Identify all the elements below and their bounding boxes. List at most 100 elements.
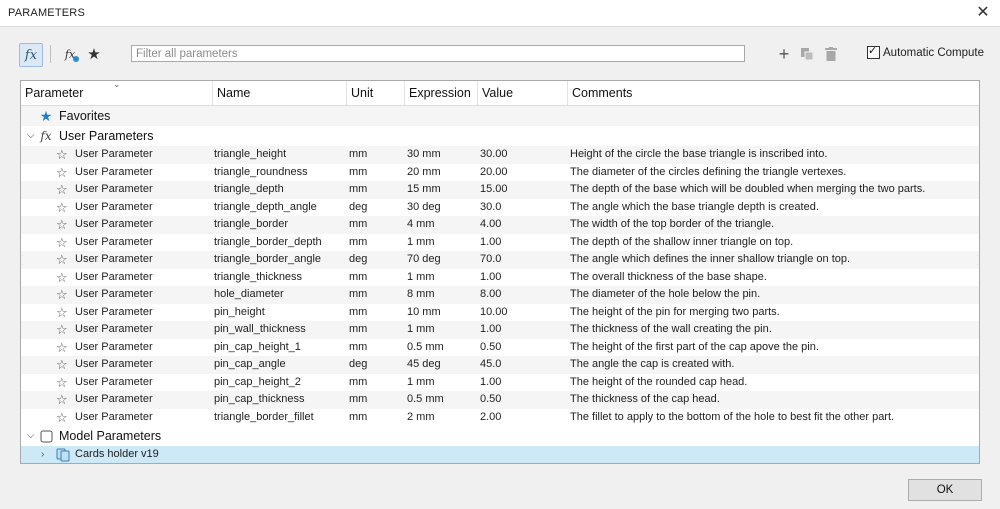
cell-name[interactable]: pin_height: [214, 304, 265, 321]
favorite-star-icon[interactable]: ☆: [56, 269, 68, 286]
cell-expr[interactable]: 30 mm: [407, 146, 441, 163]
cell-expr[interactable]: 20 mm: [407, 164, 441, 181]
cell-name[interactable]: triangle_depth_angle: [214, 199, 317, 216]
favorite-star-icon[interactable]: ☆: [56, 234, 68, 251]
favorites-filter-button[interactable]: ★: [84, 43, 104, 65]
cell-name[interactable]: triangle_border_angle: [214, 251, 321, 268]
cell-expr[interactable]: 1 mm: [407, 234, 435, 251]
cell-name[interactable]: pin_cap_angle: [214, 356, 286, 373]
group-user-parameters[interactable]: ⌵ fx User Parameters: [21, 126, 979, 146]
cell-comment[interactable]: The height of the first part of the cap …: [570, 339, 819, 356]
table-row[interactable]: ☆ User Parameter pin_wall_thickness mm 1 mm 1…: [21, 321, 979, 339]
cell-comment[interactable]: The depth of the base which will be doub…: [570, 181, 925, 198]
cell-name[interactable]: hole_diameter: [214, 286, 284, 303]
column-header-expression[interactable]: Expression: [405, 81, 478, 105]
favorite-star-icon[interactable]: ☆: [56, 409, 68, 426]
cell-name[interactable]: triangle_thickness: [214, 269, 302, 286]
ok-button[interactable]: OK: [908, 479, 982, 501]
column-header-unit[interactable]: Unit: [347, 81, 405, 105]
cell-comment[interactable]: The height of the pin for merging two pa…: [570, 304, 780, 321]
favorite-star-icon[interactable]: ☆: [56, 391, 68, 408]
favorite-star-icon[interactable]: ☆: [56, 146, 68, 163]
column-header-comments[interactable]: Comments: [568, 81, 979, 105]
table-row[interactable]: ☆ User Parameter triangle_border mm 4 mm 4.00…: [21, 216, 979, 234]
cell-comment[interactable]: The diameter of the hole below the pin.: [570, 286, 760, 303]
table-row[interactable]: ☆ User Parameter triangle_border_depth mm 1 …: [21, 233, 979, 251]
cell-name[interactable]: triangle_border: [214, 216, 288, 233]
cell-expr[interactable]: 10 mm: [407, 304, 441, 321]
table-row[interactable]: ☆ User Parameter pin_cap_thickness mm 0.5 mm…: [21, 391, 979, 409]
filter-parameters-input[interactable]: [131, 45, 745, 62]
favorite-star-icon[interactable]: ☆: [56, 199, 68, 216]
table-row[interactable]: ☆ User Parameter triangle_roundness mm 20 mm…: [21, 163, 979, 181]
favorite-star-icon[interactable]: ☆: [56, 216, 68, 233]
close-icon[interactable]: ✕: [966, 0, 1000, 26]
cell-expr[interactable]: 8 mm: [407, 286, 435, 303]
cell-expr[interactable]: 0.5 mm: [407, 339, 444, 356]
chevron-right-icon[interactable]: ›: [41, 446, 44, 463]
cell-comment[interactable]: The width of the top border of the trian…: [570, 216, 774, 233]
all-parameters-fx-button[interactable]: fx: [19, 43, 43, 67]
cell-comment[interactable]: The angle which defines the inner shallo…: [570, 251, 850, 268]
favorite-star-icon[interactable]: ☆: [56, 339, 68, 356]
cell-comment[interactable]: The thickness of the wall creating the p…: [570, 321, 772, 338]
model-item-row[interactable]: › Cards holder v19: [21, 446, 979, 463]
cell-expr[interactable]: 2 mm: [407, 409, 435, 426]
column-header-value[interactable]: Value: [478, 81, 568, 105]
column-header-name[interactable]: Name: [213, 81, 347, 105]
cell-name[interactable]: pin_cap_height_2: [214, 374, 301, 391]
favorite-star-icon[interactable]: ☆: [56, 321, 68, 338]
cell-name[interactable]: pin_wall_thickness: [214, 321, 306, 338]
cell-comment[interactable]: The fillet to apply to the bottom of the…: [570, 409, 894, 426]
table-row[interactable]: ☆ User Parameter pin_cap_height_2 mm 1 mm 1.0…: [21, 373, 979, 391]
table-row[interactable]: ☆ User Parameter hole_diameter mm 8 mm 8.00 Th…: [21, 286, 979, 304]
favorite-star-icon[interactable]: ☆: [56, 286, 68, 303]
cell-expr[interactable]: 70 deg: [407, 251, 441, 268]
table-row[interactable]: ☆ User Parameter triangle_height mm 30 mm 30.…: [21, 146, 979, 164]
favorite-star-icon[interactable]: ☆: [56, 164, 68, 181]
table-row[interactable]: ☆ User Parameter pin_cap_height_1 mm 0.5 mm 0…: [21, 338, 979, 356]
cell-expr[interactable]: 1 mm: [407, 374, 435, 391]
table-row[interactable]: ☆ User Parameter pin_height mm 10 mm 10.00 The…: [21, 303, 979, 321]
cell-comment[interactable]: The height of the rounded cap head.: [570, 374, 747, 391]
group-favorites[interactable]: ★ Favorites: [21, 106, 979, 126]
chevron-down-icon[interactable]: ⌵: [27, 126, 35, 146]
cell-name[interactable]: triangle_border_fillet: [214, 409, 314, 426]
cell-expr[interactable]: 1 mm: [407, 321, 435, 338]
cell-comment[interactable]: The overall thickness of the base shape.: [570, 269, 767, 286]
cell-expr[interactable]: 45 deg: [407, 356, 441, 373]
cell-name[interactable]: pin_cap_height_1: [214, 339, 301, 356]
cell-comment[interactable]: The depth of the shallow inner triangle …: [570, 234, 793, 251]
user-parameters-filter-button[interactable]: fx: [60, 43, 80, 65]
chevron-down-icon[interactable]: ⌵: [27, 426, 35, 446]
cell-name[interactable]: triangle_roundness: [214, 164, 308, 181]
favorite-star-icon[interactable]: ☆: [56, 356, 68, 373]
cell-comment[interactable]: The angle which the base triangle depth …: [570, 199, 819, 216]
cell-expr[interactable]: 0.5 mm: [407, 391, 444, 408]
cell-name[interactable]: triangle_height: [214, 146, 286, 163]
table-row[interactable]: ☆ User Parameter triangle_depth_angle deg 30…: [21, 198, 979, 216]
cell-name[interactable]: triangle_border_depth: [214, 234, 322, 251]
cell-name[interactable]: pin_cap_thickness: [214, 391, 305, 408]
table-row[interactable]: ☆ User Parameter triangle_thickness mm 1 mm 1…: [21, 268, 979, 286]
cell-comment[interactable]: The diameter of the circles defining the…: [570, 164, 846, 181]
cell-name[interactable]: triangle_depth: [214, 181, 284, 198]
table-row[interactable]: ☆ User Parameter triangle_border_fillet mm 2…: [21, 408, 979, 426]
add-parameter-button[interactable]: +: [775, 43, 793, 65]
table-row[interactable]: ☆ User Parameter pin_cap_angle deg 45 deg 45.…: [21, 356, 979, 374]
automatic-compute-toggle[interactable]: Automatic Compute: [867, 44, 984, 59]
cell-comment[interactable]: The angle the cap is created with.: [570, 356, 734, 373]
favorite-star-icon[interactable]: ☆: [56, 251, 68, 268]
cell-expr[interactable]: 4 mm: [407, 216, 435, 233]
automatic-compute-checkbox[interactable]: [867, 44, 880, 59]
cell-comment[interactable]: The thickness of the cap head.: [570, 391, 720, 408]
cell-expr[interactable]: 15 mm: [407, 181, 441, 198]
table-row[interactable]: ☆ User Parameter triangle_border_angle deg 7…: [21, 251, 979, 269]
cell-expr[interactable]: 30 deg: [407, 199, 441, 216]
copy-parameter-button[interactable]: [798, 43, 816, 65]
favorite-star-icon[interactable]: ☆: [56, 181, 68, 198]
table-row[interactable]: ☆ User Parameter triangle_depth mm 15 mm 15.0…: [21, 181, 979, 199]
group-model-parameters[interactable]: ⌵ Model Parameters: [21, 426, 979, 446]
column-header-parameter[interactable]: Parameter: [21, 81, 213, 105]
cell-comment[interactable]: Height of the circle the base triangle i…: [570, 146, 827, 163]
